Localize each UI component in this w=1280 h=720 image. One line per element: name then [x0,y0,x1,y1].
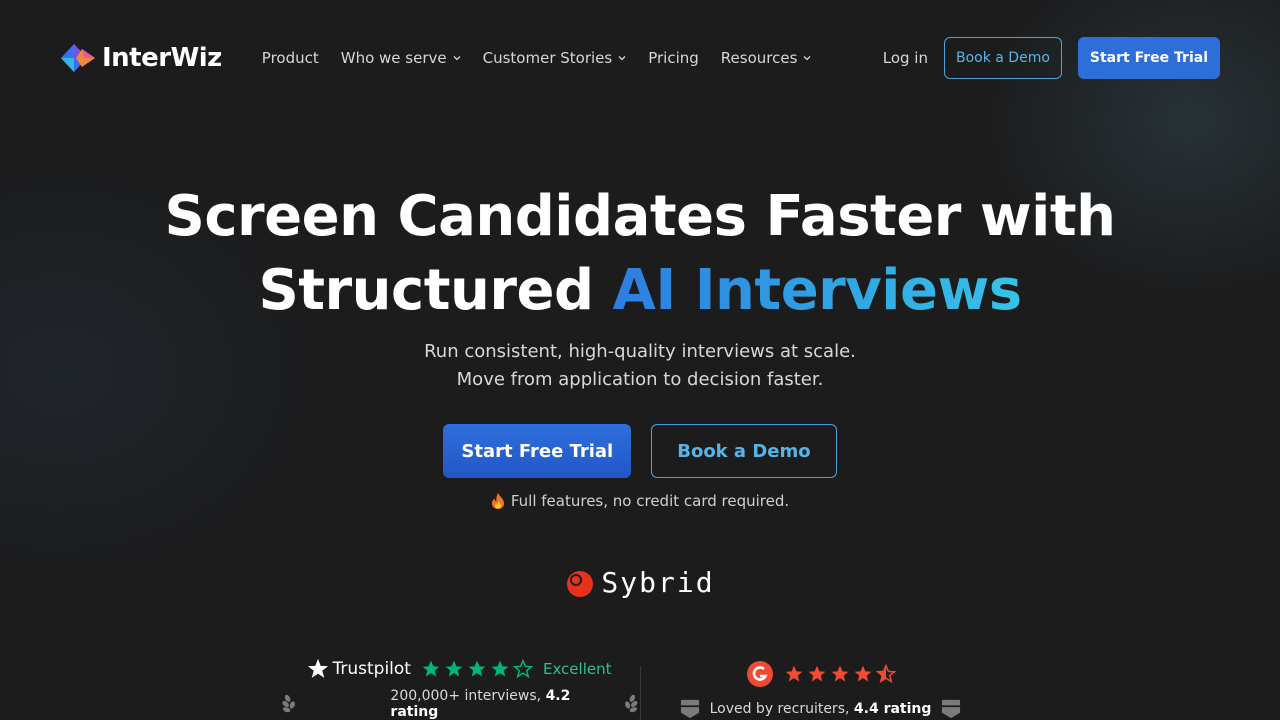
laurel-left-icon [281,694,295,713]
star-filled-icon [831,665,848,682]
nav-item-who-we-serve[interactable]: Who we serve [341,49,461,67]
hero-start-trial-button[interactable]: Start Free Trial [443,424,632,478]
g2-summary: Loved by recruiters, 4.4 rating [709,701,932,717]
hero-title-line2: Structured AI Interviews [0,254,1280,328]
trustpilot-summary: 200,000+ interviews, 4.2 rating [390,688,571,720]
nav-item-label: Resources [720,49,798,67]
hero-cta-row: Start Free Trial Book a Demo [0,424,1280,478]
hero-subtitle-line1: Run consistent, high-quality interviews … [424,341,856,362]
nav-item-label: Product [261,49,319,67]
star-filled-icon [491,660,509,677]
book-demo-button[interactable]: Book a Demo [943,37,1062,79]
nav-item-product[interactable]: Product [262,49,319,67]
star-filled-icon [445,660,463,677]
nav-item-label: Customer Stories [482,49,613,67]
fire-icon [491,493,504,509]
nav-item-customer-stories[interactable]: Customer Stories [483,49,627,67]
hero-title-accent: AI Interviews [612,258,1023,323]
badge-left-icon [680,699,699,719]
trustpilot-star-icon [308,658,329,678]
nav-item-label: Pricing [648,49,699,67]
start-trial-button[interactable]: Start Free Trial [1077,37,1220,79]
top-navigation: InterWiz Product Who we serve Customer S… [0,0,1280,116]
g2-stars [784,664,896,684]
hero-subtitle: Run consistent, high-quality interviews … [0,338,1280,394]
hero-title: Screen Candidates Faster with Structured… [0,180,1280,328]
interwiz-logo-icon [61,44,95,72]
login-link[interactable]: Log in [883,49,928,67]
trustpilot-label: Excellent [542,660,612,678]
star-half-icon [875,664,896,684]
ratings-strip: Trustpilot Excellent 200,000+ interviews… [0,656,1280,720]
client-logo-sybrid: Sybrid [0,566,1280,599]
star-filled-icon [785,665,802,682]
star-outline-icon [512,659,533,679]
star-filled-icon [468,660,486,677]
hero-title-line1: Screen Candidates Faster with [164,184,1116,249]
star-filled-icon [808,665,825,682]
star-filled-icon [854,665,871,682]
trustpilot-stars [421,659,533,679]
nav-actions: Log in Book a Demo Start Free Trial [883,37,1220,79]
chevron-down-icon [453,56,461,61]
sybrid-logo-icon [567,570,594,597]
star-filled-icon [422,660,440,677]
chevron-down-icon [618,56,626,61]
g2-logo-icon [746,661,773,687]
brand-name: InterWiz [102,43,222,73]
badge-right-icon [942,699,961,719]
nav-item-pricing[interactable]: Pricing [648,49,699,67]
hero-book-demo-button[interactable]: Book a Demo [651,424,837,478]
trustpilot-brand: Trustpilot [307,658,411,680]
hero-title-plain: Structured [258,258,613,323]
chevron-down-icon [803,56,811,61]
note-text: Full features, no credit card required. [510,492,790,510]
nav-item-resources[interactable]: Resources [721,49,812,67]
no-credit-card-note: Full features, no credit card required. [0,492,1280,510]
nav-links: Product Who we serve Customer Stories Pr… [262,49,812,67]
trustpilot-name: Trustpilot [332,659,411,679]
g2-rating: Loved by recruiters, 4.4 rating [641,656,1001,720]
trustpilot-rating: Trustpilot Excellent 200,000+ interviews… [280,656,640,720]
brand-logo[interactable]: InterWiz [60,43,222,73]
hero-subtitle-line2: Move from application to decision faster… [456,369,824,390]
sybrid-name: Sybrid [601,566,715,599]
nav-item-label: Who we serve [340,49,447,67]
laurel-right-icon [624,694,638,713]
